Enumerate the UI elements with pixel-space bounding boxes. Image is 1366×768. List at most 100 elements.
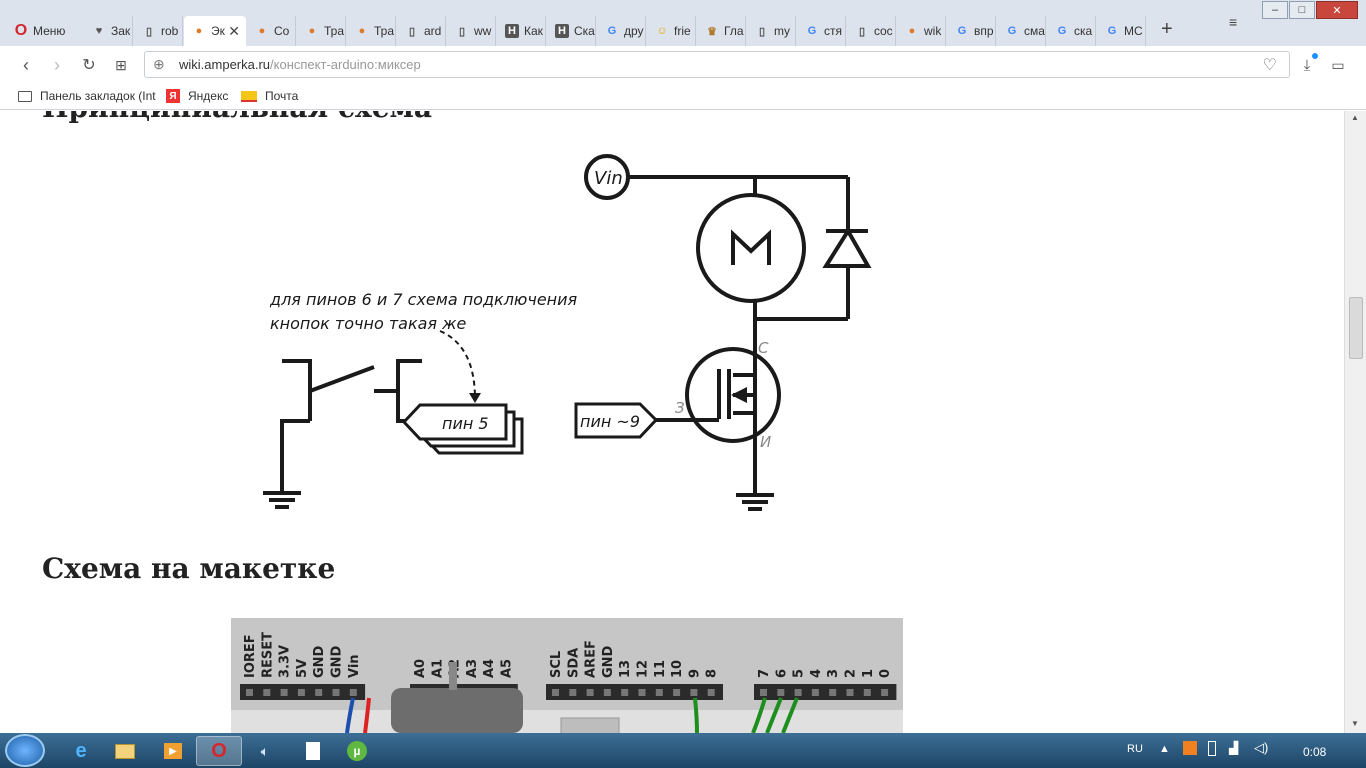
google-icon: G: [957, 25, 967, 37]
language-indicator[interactable]: RU: [1127, 743, 1143, 755]
browser-tab[interactable]: ▯ ww: [447, 16, 496, 46]
pin-hole: [829, 689, 837, 696]
heart-icon[interactable]: ♡: [1263, 55, 1277, 75]
bookmarks-bar: Панель закладок (Int Я Яндекс Почта: [0, 84, 1366, 110]
browser-tab[interactable]: ▯ rob: [134, 16, 183, 46]
pin-hole: [280, 689, 288, 696]
close-tab-icon[interactable]: ✕: [228, 23, 240, 40]
pin-label: 3.3V: [278, 645, 293, 678]
tab-menu-icon[interactable]: ≡: [1229, 14, 1237, 30]
pin-label: 9: [687, 669, 702, 678]
pin-label: A1: [430, 659, 445, 678]
signal-icon[interactable]: ▟: [1229, 741, 1238, 755]
back-button[interactable]: ‹: [16, 54, 36, 76]
tab-label: впр: [974, 24, 994, 38]
bookmark-panel[interactable]: Панель закладок (Int: [18, 89, 156, 103]
google-icon: G: [807, 25, 817, 37]
volume-icon[interactable]: ◁): [1254, 740, 1268, 756]
heart-icon: ♥: [95, 25, 103, 37]
browser-tab[interactable]: ● Тра: [347, 16, 396, 46]
browser-tab[interactable]: Gска: [1047, 16, 1096, 46]
browser-tab[interactable]: ▯ my: [747, 16, 796, 46]
browser-tab[interactable]: ● Со: [247, 16, 296, 46]
folder-icon: [18, 90, 32, 102]
pin-label: GND: [312, 645, 327, 678]
tab-label: дру: [624, 24, 644, 38]
habr-icon: H: [555, 24, 569, 38]
page-icon: ▯: [408, 25, 416, 38]
bookmark-mail[interactable]: Почта: [241, 89, 298, 103]
maximize-button[interactable]: □: [1289, 1, 1315, 19]
tab-bar: O Меню ♥ Зак ▯ rob ● Эк ✕ ● Со ● Тра ● Тра ▯ ard ▯ ww H Ка…: [0, 0, 1366, 46]
pin-hole: [846, 689, 854, 696]
speed-dial-icon[interactable]: ⊞: [111, 54, 131, 76]
browser-tab[interactable]: ● Тра: [297, 16, 346, 46]
source-label: И: [760, 433, 771, 451]
browser-tab[interactable]: ☺ frie: [647, 16, 696, 46]
scroll-thumb[interactable]: [1349, 297, 1363, 359]
browser-tab[interactable]: G МС: [1097, 16, 1146, 46]
explorer-icon[interactable]: [102, 736, 148, 766]
vertical-scrollbar[interactable]: ▲ ▼: [1344, 111, 1366, 733]
pin-hole: [794, 689, 802, 696]
pin-label: 5: [792, 669, 807, 678]
browser-tab[interactable]: Gсма: [997, 16, 1046, 46]
google-icon: G: [607, 25, 617, 37]
pin-label: SCL: [549, 651, 564, 678]
window-controls: – □ ✕: [1261, 1, 1358, 20]
ie-icon[interactable]: e: [58, 736, 104, 766]
bookmark-label: Яндекс: [188, 89, 229, 103]
browser-tab[interactable]: H Как: [497, 16, 546, 46]
pin-label: 1: [861, 669, 876, 678]
pin-hole: [297, 689, 305, 696]
pin-hole: [552, 689, 559, 696]
globe-icon: ⊕: [153, 56, 165, 72]
pin-label: 3: [826, 669, 841, 678]
bookmark-label: Почта: [265, 89, 299, 103]
scroll-down-icon[interactable]: ▼: [1351, 719, 1359, 728]
browser-tab[interactable]: Gдру: [597, 16, 646, 46]
pin-hole: [811, 689, 819, 696]
tray-battery-icon[interactable]: [1208, 741, 1216, 756]
tab-label: wik: [924, 24, 942, 38]
url-domain: wiki.amperka.ru: [179, 57, 271, 72]
browser-tab[interactable]: ♛ Гла: [697, 16, 746, 46]
opera-taskbar-icon[interactable]: O: [196, 736, 242, 766]
pin-label: Vin: [347, 654, 362, 678]
browser-tab[interactable]: ● wik: [897, 16, 946, 46]
tab-label: Тра: [374, 24, 395, 38]
document-icon[interactable]: [290, 736, 336, 766]
browser-tab[interactable]: ♥ Зак: [84, 16, 133, 46]
new-tab-button[interactable]: +: [1161, 18, 1173, 41]
minimize-button[interactable]: –: [1262, 1, 1288, 19]
browser-tab[interactable]: ▯ ard: [397, 16, 446, 46]
browser-tab[interactable]: H Ска: [547, 16, 596, 46]
tray-app-icon[interactable]: [1183, 741, 1197, 755]
crown-icon: ♛: [707, 25, 717, 38]
browser-tab[interactable]: ● Эк ✕: [184, 16, 246, 46]
bookmark-yandex[interactable]: Я Яндекс: [166, 89, 228, 103]
pin-hole: [881, 689, 889, 696]
media-player-icon[interactable]: ▶: [150, 736, 196, 766]
pin-header: [754, 684, 897, 700]
tray-expand-icon[interactable]: ▲: [1159, 743, 1170, 755]
pin-label: AREF: [584, 640, 599, 678]
speaker-app-icon[interactable]: 🔈︎: [242, 736, 288, 766]
forward-button[interactable]: ›: [47, 54, 67, 76]
pin-label: 6: [774, 669, 789, 678]
browser-tab[interactable]: Gстя: [797, 16, 846, 46]
pin-hole: [246, 689, 253, 696]
address-bar[interactable]: ⊕ wiki.amperka.ru /конспект-arduino:микс…: [144, 51, 1290, 78]
browser-tab[interactable]: Gвпр: [947, 16, 996, 46]
browser-tab[interactable]: ▯ coc: [847, 16, 896, 46]
close-window-button[interactable]: ✕: [1316, 1, 1358, 19]
start-button[interactable]: [5, 734, 45, 767]
reload-button[interactable]: ↻: [79, 54, 99, 76]
opera-menu-button[interactable]: O Меню: [6, 16, 82, 46]
clock[interactable]: 0:08: [1303, 745, 1326, 759]
scroll-up-icon[interactable]: ▲: [1351, 113, 1359, 122]
pin-hole: [315, 689, 323, 696]
battery-icon[interactable]: ▭: [1328, 54, 1348, 76]
utorrent-icon[interactable]: µ: [334, 736, 380, 766]
tab-label: my: [774, 24, 790, 38]
